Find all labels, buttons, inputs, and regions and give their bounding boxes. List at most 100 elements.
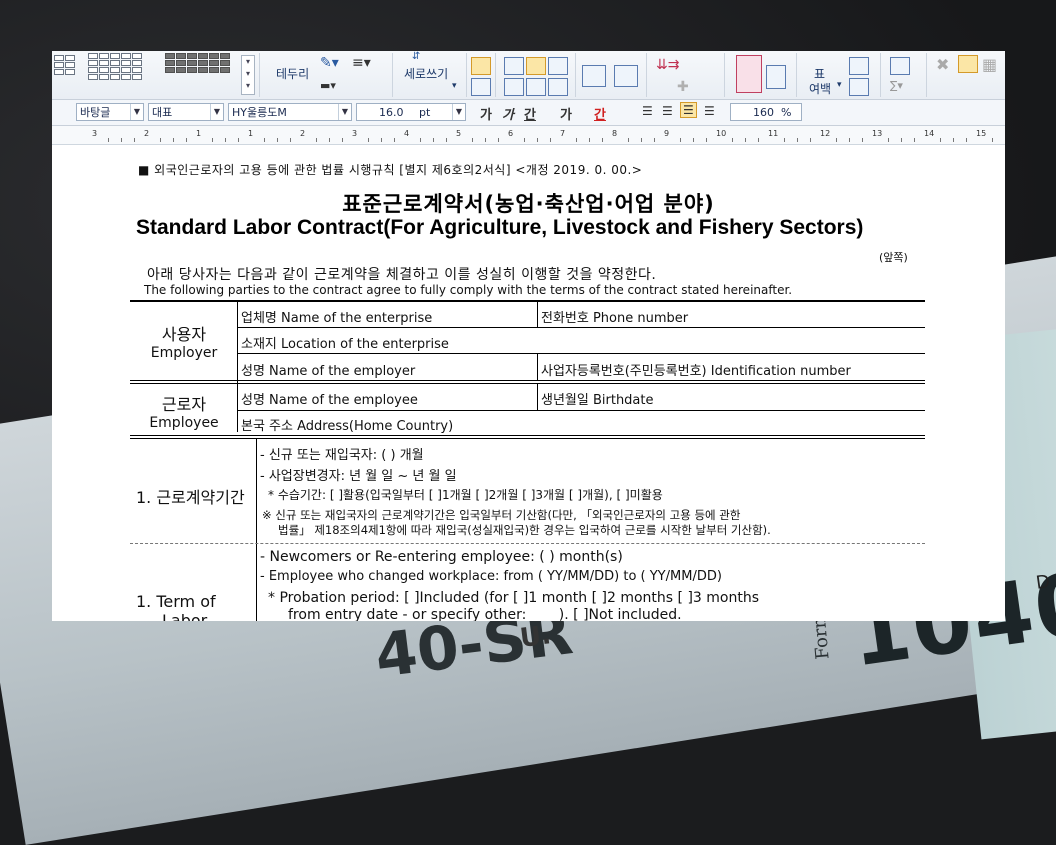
border-button[interactable]: 테두리 xyxy=(276,65,309,82)
font-color-button[interactable]: 간 xyxy=(594,104,606,123)
align-bottom-icon[interactable] xyxy=(471,78,491,96)
fill-color-icon[interactable]: ✎▾ xyxy=(320,55,339,71)
cell-align-tl-icon[interactable] xyxy=(504,57,524,75)
ruler-tick xyxy=(537,138,538,142)
line-spacing-select[interactable]: 160% xyxy=(730,103,802,121)
document-page[interactable]: ■ 외국인근로자의 고용 등에 관한 법률 시행규칙 [별지 제6호의2서식] … xyxy=(52,145,1005,621)
vertical-write-button[interactable]: 세로쓰기 xyxy=(404,65,448,82)
vertical-write-dropdown[interactable]: ▾ xyxy=(452,81,457,91)
calc-icon[interactable]: ∑▾ xyxy=(890,79,903,92)
ruler-tick xyxy=(732,138,733,142)
term-divider xyxy=(130,543,925,544)
formatting-toolbar: 바탕글 ▼ 대표 ▼ HY울릉도M ▼ 16.0 pt ▼ 가 가 간 가 간 ☰ ☰ ☰… xyxy=(52,100,1005,126)
title-korean: 표준근로계약서(농업·축산업·어업 분야) xyxy=(342,192,715,216)
ruler-number: 1 xyxy=(248,129,254,138)
language-select[interactable]: 대표 ▼ xyxy=(148,103,224,121)
cell-align-tc-icon[interactable] xyxy=(526,57,546,75)
tax-form-d: D xyxy=(1034,571,1052,594)
ribbon-separator xyxy=(259,53,260,97)
table-column-icon[interactable] xyxy=(766,65,786,89)
italic-button[interactable]: 가 xyxy=(502,104,514,123)
align-center-icon[interactable]: ☰ xyxy=(680,102,697,118)
gallery-scroll[interactable]: ▾ ▾ ▾ xyxy=(241,55,255,95)
insert-row-icon[interactable]: ⇊⇉ xyxy=(656,57,679,73)
term-ko-line5: 법률」 제18조의4제1항에 따라 재입국(성실재입국)한 경우는 입국하여 근… xyxy=(278,523,771,537)
table-border xyxy=(130,435,925,436)
ruler-tick xyxy=(849,138,850,142)
table-insert-icon[interactable] xyxy=(736,55,762,93)
ribbon-separator xyxy=(646,53,647,97)
table-style-gallery-2[interactable] xyxy=(88,53,142,80)
table-border xyxy=(130,380,925,381)
cell-align-bl-icon[interactable] xyxy=(504,78,524,96)
ruler-tick xyxy=(264,138,265,142)
cell-merge-icon[interactable] xyxy=(614,65,638,87)
disabled-icon-2[interactable]: ▦ xyxy=(982,55,997,74)
ruler-tick xyxy=(290,138,291,142)
location-field[interactable]: 소재지 Location of the enterprise xyxy=(241,333,449,352)
ruler-tick xyxy=(550,138,551,142)
ruler-number: 11 xyxy=(768,129,779,138)
line-style-icon[interactable]: ≡▾ xyxy=(352,55,371,71)
ruler-tick xyxy=(225,138,226,142)
employer-name-field[interactable]: 성명 Name of the employer xyxy=(241,360,415,379)
selected-grid-icon[interactable] xyxy=(958,55,978,73)
ruler-number: 15 xyxy=(976,129,987,138)
tax-form-u: U. xyxy=(518,620,553,654)
id-number-field[interactable]: 사업자등록번호(주민등록번호) Identification number xyxy=(541,360,851,379)
align-right-icon[interactable]: ☰ xyxy=(704,104,715,118)
ruler-tick xyxy=(433,138,434,142)
align-justify-icon[interactable]: ☰ xyxy=(642,104,653,118)
ruler-tick xyxy=(160,138,161,142)
ruler-tick xyxy=(420,138,421,142)
term-en-line2: - Employee who changed workplace: from (… xyxy=(260,569,722,584)
font-select[interactable]: HY울릉도M ▼ xyxy=(228,103,352,121)
phone-field[interactable]: 전화번호 Phone number xyxy=(541,307,688,326)
address-field[interactable]: 본국 주소 Address(Home Country) xyxy=(241,415,453,434)
table-margin-button[interactable]: 여백 xyxy=(809,80,831,97)
ribbon-separator xyxy=(466,53,467,97)
enterprise-name-field[interactable]: 업체명 Name of the enterprise xyxy=(241,307,432,326)
form-header: ■ 외국인근로자의 고용 등에 관한 법률 시행규칙 [별지 제6호의2서식] … xyxy=(138,163,643,177)
horizontal-ruler[interactable]: 32112345678910111213141516 xyxy=(52,126,1005,145)
table-style-gallery-3[interactable] xyxy=(165,53,230,73)
ruler-tick xyxy=(693,138,694,142)
disabled-icon-1[interactable]: ✖ xyxy=(936,55,949,74)
formula-icon[interactable] xyxy=(890,57,910,75)
employee-name-field[interactable]: 성명 Name of the employee xyxy=(241,389,418,408)
ruler-tick xyxy=(602,138,603,142)
table-margin-dropdown[interactable]: ▾ xyxy=(837,80,842,90)
ruler-tick xyxy=(966,138,967,142)
font-size-select[interactable]: 16.0 pt ▼ xyxy=(356,103,466,121)
line-color-icon[interactable]: ▬▾ xyxy=(320,79,336,92)
ruler-tick xyxy=(914,138,915,142)
ruler-tick xyxy=(134,138,135,142)
align-left-icon[interactable]: ☰ xyxy=(662,104,673,118)
line-spacing-unit: % xyxy=(781,106,792,119)
column-width-icon[interactable] xyxy=(849,78,869,96)
ribbon-separator xyxy=(495,53,496,97)
employee-label-en: Employee xyxy=(149,415,219,431)
ruler-number: 8 xyxy=(612,129,618,138)
table-style-gallery-1[interactable] xyxy=(54,55,75,75)
ruler-tick xyxy=(498,138,499,142)
ruler-number: 7 xyxy=(560,129,566,138)
ruler-tick xyxy=(641,138,642,142)
align-top-icon[interactable] xyxy=(471,57,491,75)
table-border xyxy=(537,384,538,410)
ruler-tick xyxy=(472,138,473,142)
birthdate-field[interactable]: 생년월일 Birthdate xyxy=(541,389,654,408)
delete-row-icon[interactable]: ✚ xyxy=(677,79,689,95)
cell-split-icon[interactable] xyxy=(582,65,606,87)
underline-button[interactable]: 간 xyxy=(524,104,536,123)
cell-align-br-icon[interactable] xyxy=(548,78,568,96)
bold-button[interactable]: 가 xyxy=(480,104,492,123)
title-english: Standard Labor Contract(For Agriculture,… xyxy=(136,216,864,239)
cell-align-tr-icon[interactable] xyxy=(548,57,568,75)
cell-align-bc-icon[interactable] xyxy=(526,78,546,96)
row-height-icon[interactable] xyxy=(849,57,869,75)
strike-button[interactable]: 가 xyxy=(560,104,572,123)
style-select[interactable]: 바탕글 ▼ xyxy=(76,103,144,121)
employer-label-en: Employer xyxy=(150,345,218,361)
ruler-tick xyxy=(654,138,655,142)
